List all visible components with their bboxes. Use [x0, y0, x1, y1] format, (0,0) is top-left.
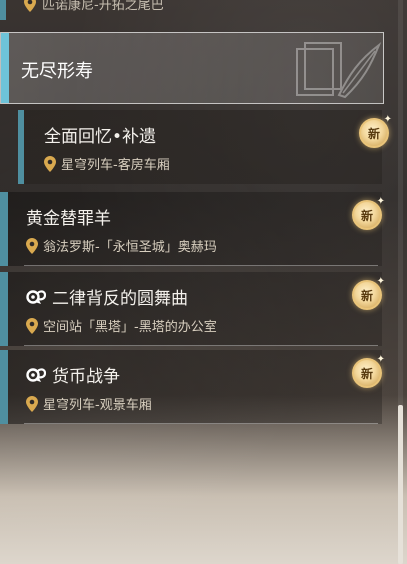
feather-book-emblem-icon: [296, 42, 382, 99]
sparkle-icon: ✦: [376, 196, 385, 207]
quest-location: 星穹列车-客房车厢: [61, 158, 170, 173]
new-badge: 新 ✦: [359, 114, 392, 148]
scrollbar-thumb[interactable]: [398, 405, 403, 564]
item-divider: [24, 345, 378, 346]
new-badge-label: 新: [360, 288, 373, 303]
quest-title: 全面回忆•补遗: [44, 122, 156, 147]
quest-list[interactable]: 匹诺康尼-开拓之尾巴 无尽形寿 全面回忆•补遗 星穹列车-客房车厢 新 ✦ 黄金…: [0, 0, 395, 564]
scrollbar[interactable]: [398, 0, 403, 564]
quest-location-row: 星穹列车-观景车厢: [26, 394, 152, 413]
item-accent-bar: [0, 272, 8, 346]
quest-location: 空间站「黑塔」-黑塔的办公室: [43, 320, 217, 335]
sparkle-icon: ✦: [376, 354, 385, 365]
quest-location-row: 翁法罗斯-「永恒圣城」奥赫玛: [26, 236, 217, 255]
sparkle-icon: ✦: [376, 276, 385, 287]
quest-location: 星穹列车-观景车厢: [43, 398, 152, 413]
quest-title: 货币战争: [26, 362, 120, 387]
quest-location: 匹诺康尼-开拓之尾巴: [42, 0, 164, 13]
new-badge-label: 新: [360, 366, 373, 381]
item-accent-bar: [0, 350, 8, 424]
quest-title-text: 黄金替罪羊: [26, 209, 111, 229]
new-badge: 新 ✦: [352, 354, 385, 388]
quest-item[interactable]: 全面回忆•补遗 星穹列车-客房车厢 新 ✦: [0, 110, 392, 184]
sparkle-icon: ✦: [383, 114, 392, 125]
location-pin-icon: [26, 317, 38, 334]
category-header-selected[interactable]: 无尽形寿: [0, 32, 384, 104]
item-divider: [24, 265, 378, 266]
quest-title-text: 二律背反的圆舞曲: [52, 289, 188, 309]
new-badge: 新 ✦: [352, 196, 385, 230]
item-accent-bar: [0, 192, 8, 266]
new-badge-label: 新: [360, 208, 373, 223]
location-pin-icon: [44, 155, 56, 172]
quest-location-row: 空间站「黑塔」-黑塔的办公室: [26, 316, 217, 335]
quest-location-row: 星穹列车-客房车厢: [44, 154, 170, 173]
location-pin-icon: [26, 237, 38, 254]
category-accent-bar: [1, 33, 9, 103]
list-item-partial[interactable]: 匹诺康尼-开拓之尾巴: [0, 0, 392, 22]
quest-item[interactable]: 货币战争 星穹列车-观景车厢 新 ✦: [0, 350, 385, 424]
quest-location: 翁法罗斯-「永恒圣城」奥赫玛: [43, 240, 217, 255]
new-badge-label: 新: [367, 126, 380, 141]
quest-title: 黄金替罪羊: [26, 204, 111, 229]
quest-title-text: 全面回忆•补遗: [44, 127, 157, 147]
quest-title-text: 货币战争: [52, 367, 120, 387]
special-quest-type-icon: [26, 367, 46, 382]
quest-title: 二律背反的圆舞曲: [26, 284, 188, 309]
location-pin-icon: [26, 395, 38, 412]
quest-item[interactable]: 二律背反的圆舞曲 空间站「黑塔」-黑塔的办公室 新 ✦: [0, 272, 385, 346]
category-title: 无尽形寿: [21, 61, 93, 82]
new-badge: 新 ✦: [352, 276, 385, 310]
location-pin-icon: [24, 0, 36, 12]
item-accent-bar: [0, 0, 6, 20]
special-quest-type-icon: [26, 289, 46, 304]
item-divider: [24, 423, 378, 424]
quest-item[interactable]: 黄金替罪羊 翁法罗斯-「永恒圣城」奥赫玛 新 ✦: [0, 192, 385, 266]
